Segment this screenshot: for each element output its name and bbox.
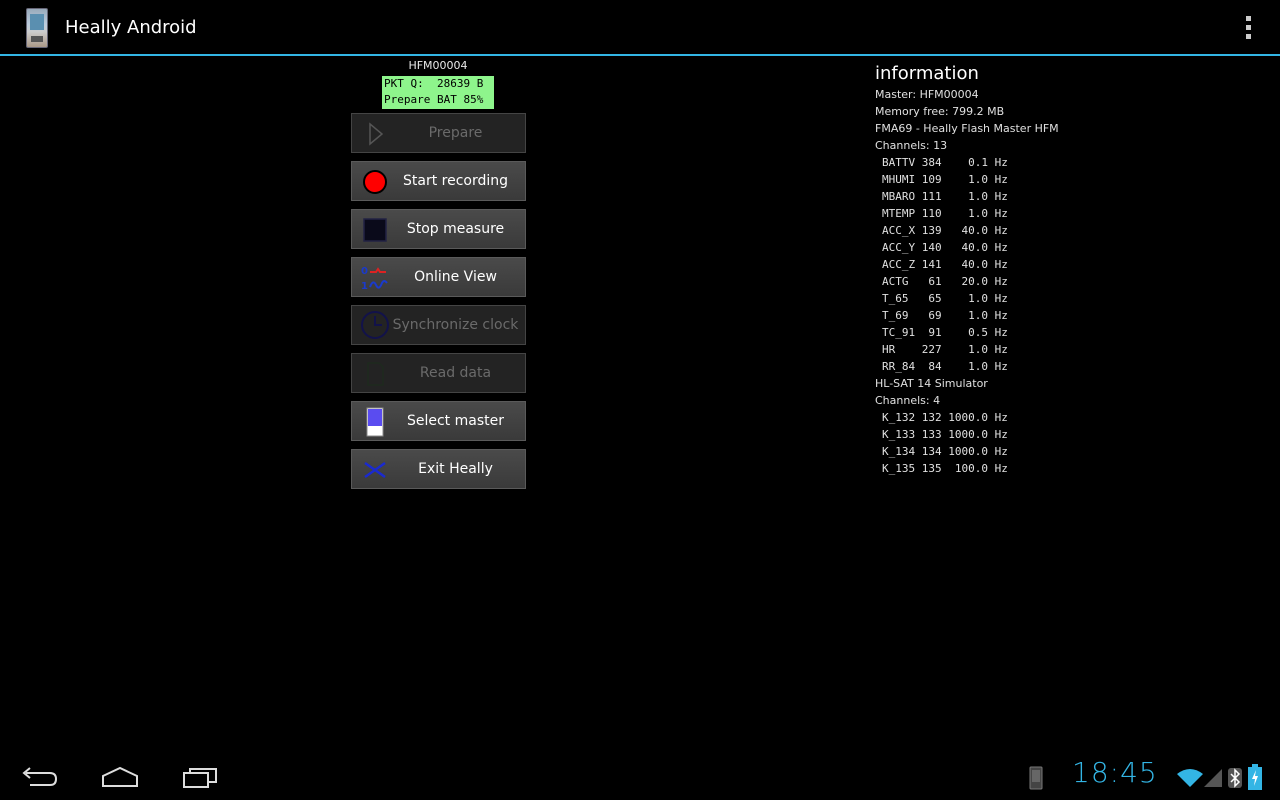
info-memory: Memory free: 799.2 MB bbox=[875, 105, 1005, 118]
status-clock[interactable]: 18:45 bbox=[1072, 756, 1158, 789]
channel-row: ACC_Y 140 40.0 Hz bbox=[882, 241, 1008, 254]
synchronize-clock-button[interactable]: Synchronize clock bbox=[351, 305, 526, 345]
info-device-1: FMA69 - Heally Flash Master HFM bbox=[875, 122, 1059, 135]
select-master-label: Select master bbox=[406, 413, 504, 429]
phone-notification-icon[interactable] bbox=[1028, 766, 1044, 790]
online-view-label: Online View bbox=[414, 269, 497, 285]
start-recording-label: Start recording bbox=[402, 173, 509, 189]
channel-row: MTEMP 110 1.0 Hz bbox=[882, 207, 1008, 220]
channel-row: K_134 134 1000.0 Hz bbox=[882, 445, 1008, 458]
stop-measure-label: Stop measure bbox=[406, 221, 505, 237]
svg-text:0: 0 bbox=[361, 266, 368, 277]
info-master: Master: HFM00004 bbox=[875, 88, 979, 101]
device-icon bbox=[366, 407, 384, 437]
home-icon[interactable] bbox=[100, 764, 140, 790]
channel-row: HR 227 1.0 Hz bbox=[882, 343, 1008, 356]
signal-icon bbox=[1204, 769, 1222, 787]
channel-row: K_135 135 100.0 Hz bbox=[882, 462, 1008, 475]
synchronize-clock-label: Synchronize clock bbox=[392, 317, 519, 333]
channel-row: K_132 132 1000.0 Hz bbox=[882, 411, 1008, 424]
prepare-button[interactable]: Prepare bbox=[351, 113, 526, 153]
app-title: Heally Android bbox=[65, 17, 197, 38]
app-icon[interactable] bbox=[26, 8, 48, 48]
channel-row: ACTG 61 20.0 Hz bbox=[882, 275, 1008, 288]
recent-apps-icon[interactable] bbox=[180, 764, 220, 790]
channel-row: T_65 65 1.0 Hz bbox=[882, 292, 1008, 305]
channel-row: T_69 69 1.0 Hz bbox=[882, 309, 1008, 322]
select-master-button[interactable]: Select master bbox=[351, 401, 526, 441]
record-icon bbox=[363, 170, 387, 194]
info-channels-count-1: Channels: 13 bbox=[875, 139, 948, 152]
info-title: information bbox=[875, 63, 979, 84]
exit-heally-label: Exit Heally bbox=[418, 461, 493, 477]
channel-row: BATTV 384 0.1 Hz bbox=[882, 156, 1008, 169]
wifi-icon bbox=[1177, 769, 1203, 787]
stop-icon bbox=[363, 218, 387, 242]
channel-row: RR_84 84 1.0 Hz bbox=[882, 360, 1008, 373]
channel-row: K_133 133 1000.0 Hz bbox=[882, 428, 1008, 441]
status-line-battery: Prepare BAT 85% bbox=[384, 93, 484, 106]
channel-row: ACC_Z 141 40.0 Hz bbox=[882, 258, 1008, 271]
info-device-2: HL-SAT 14 Simulator bbox=[875, 377, 988, 390]
info-channels-count-2: Channels: 4 bbox=[875, 394, 941, 407]
bluetooth-icon bbox=[1228, 768, 1242, 788]
svg-text:1: 1 bbox=[361, 281, 368, 292]
device-id: HFM00004 bbox=[408, 59, 468, 72]
prepare-label: Prepare bbox=[428, 125, 483, 141]
channel-row: MBARO 111 1.0 Hz bbox=[882, 190, 1008, 203]
action-bar: Heally Android bbox=[0, 0, 1280, 56]
read-data-button[interactable]: Read data bbox=[351, 353, 526, 393]
start-recording-button[interactable]: Start recording bbox=[351, 161, 526, 201]
overflow-menu-icon[interactable] bbox=[1240, 16, 1256, 42]
status-box: PKT Q: 28639 B Prepare BAT 85% bbox=[382, 76, 494, 109]
back-icon[interactable] bbox=[20, 764, 60, 790]
play-icon bbox=[369, 122, 384, 146]
exit-heally-button[interactable]: Exit Heally bbox=[351, 449, 526, 489]
online-view-button[interactable]: 0 1 Online View bbox=[351, 257, 526, 297]
read-data-label: Read data bbox=[419, 365, 492, 381]
document-icon bbox=[367, 362, 384, 386]
channel-row: MHUMI 109 1.0 Hz bbox=[882, 173, 1008, 186]
stop-measure-button[interactable]: Stop measure bbox=[351, 209, 526, 249]
channel-row: ACC_X 139 40.0 Hz bbox=[882, 224, 1008, 237]
status-line-packet-queue: PKT Q: 28639 B bbox=[384, 77, 484, 90]
channel-row: TC_91 91 0.5 Hz bbox=[882, 326, 1008, 339]
x-icon bbox=[364, 461, 386, 479]
battery-icon bbox=[1248, 764, 1262, 790]
